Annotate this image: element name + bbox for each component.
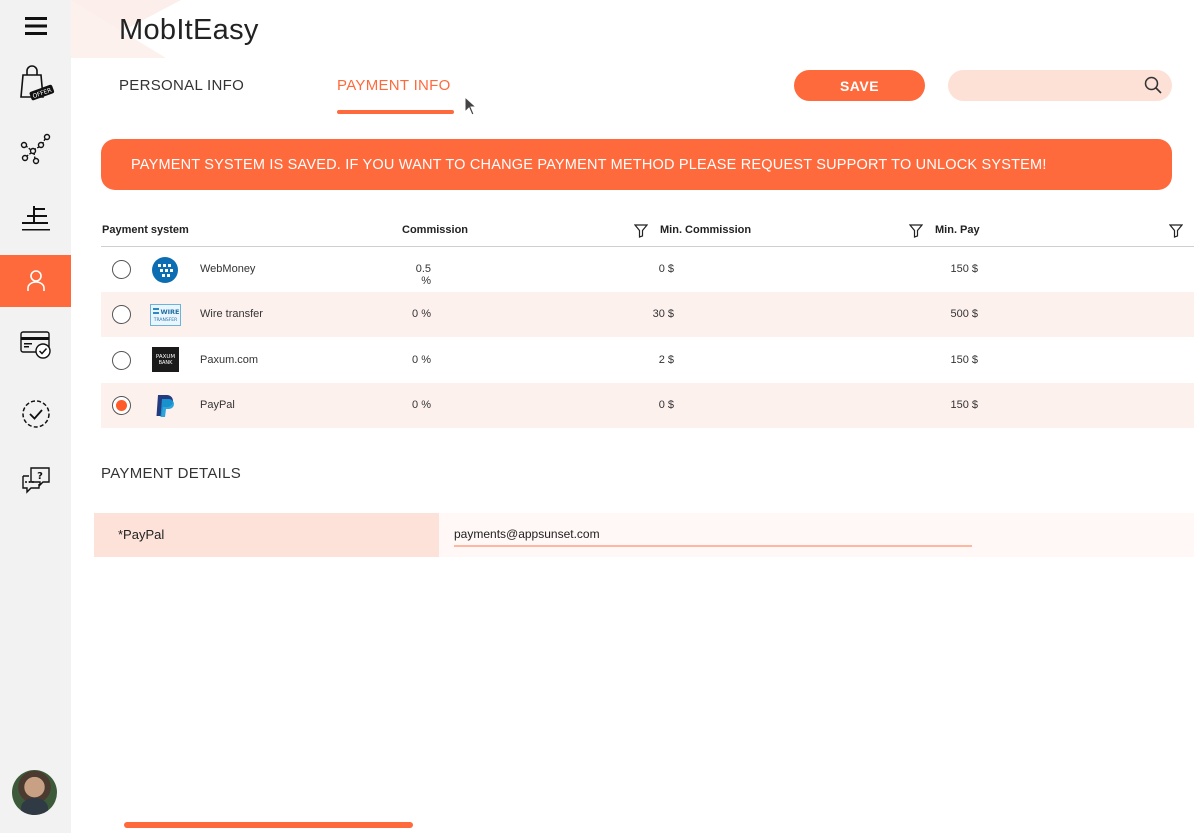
- payment-locked-banner: PAYMENT SYSTEM IS SAVED. IF YOU WANT TO …: [101, 139, 1172, 190]
- search-icon[interactable]: [1144, 76, 1162, 94]
- offer-bag-icon: OFFER: [19, 65, 54, 101]
- tab-payment-info[interactable]: PAYMENT INFO: [337, 77, 451, 94]
- min-commission-value: 30 $: [652, 308, 674, 320]
- payment-radio-wire-transfer[interactable]: [112, 305, 131, 324]
- paypal-logo: [156, 395, 174, 417]
- table-row[interactable]: WIRE TRANSFER Wire transfer 0 % 30 $ 500…: [101, 292, 1194, 337]
- stats-icon: [21, 206, 50, 231]
- network-icon: [20, 133, 50, 165]
- sidebar-item-stats[interactable]: [0, 193, 71, 245]
- horizontal-scrollbar[interactable]: [124, 822, 413, 828]
- min-commission-value: 0 $: [658, 263, 674, 275]
- section-title-payment-details: PAYMENT DETAILS: [101, 465, 242, 482]
- svg-text:?: ?: [37, 471, 43, 482]
- paypal-email-input[interactable]: [454, 522, 972, 547]
- min-pay-value: 500 $: [950, 308, 978, 320]
- payment-radio-paxum[interactable]: [112, 351, 131, 370]
- payment-name: Paxum.com: [200, 354, 259, 366]
- svg-text:WIRE: WIRE: [160, 308, 179, 316]
- min-commission-value: 0 $: [658, 399, 674, 411]
- user-icon: [26, 270, 45, 291]
- filter-icon[interactable]: [909, 224, 923, 238]
- payment-name: WebMoney: [200, 263, 256, 275]
- payment-name: Wire transfer: [200, 308, 263, 320]
- sidebar-item-tasks[interactable]: [0, 388, 71, 440]
- svg-text:BANK: BANK: [159, 360, 174, 366]
- filter-icon[interactable]: [634, 224, 648, 238]
- commission-value: 0 %: [412, 308, 431, 320]
- commission-value: 0 %: [412, 354, 431, 366]
- min-pay-value: 150 $: [950, 354, 978, 366]
- app-title: MobItEasy: [119, 14, 259, 46]
- banner-text: PAYMENT SYSTEM IS SAVED. IF YOU WANT TO …: [131, 156, 1047, 173]
- tab-personal-info[interactable]: PERSONAL INFO: [119, 77, 244, 94]
- wire-transfer-logo: WIRE TRANSFER: [150, 304, 181, 326]
- table-row[interactable]: WebMoney 0.5 % 0 $ 150 $: [101, 247, 1194, 292]
- commission-value: 0.5 %: [415, 263, 431, 287]
- mouse-cursor-icon: [464, 96, 478, 116]
- payment-radio-paypal[interactable]: [112, 396, 131, 415]
- min-commission-value: 2 $: [658, 354, 674, 366]
- save-button[interactable]: SAVE: [794, 70, 925, 101]
- table-row[interactable]: PAXUM BANK Paxum.com 0 % 2 $ 150 $: [101, 338, 1194, 383]
- commission-value: 0 %: [412, 399, 431, 411]
- payment-radio-webmoney[interactable]: [112, 260, 131, 279]
- search-input[interactable]: [962, 76, 1137, 95]
- sidebar-item-payments[interactable]: [0, 319, 71, 371]
- support-chat-icon: ?: [21, 467, 50, 494]
- detail-label: *PayPal: [118, 527, 165, 542]
- column-header-commission: Commission: [402, 224, 469, 236]
- detail-label-cell: *PayPal: [94, 513, 439, 557]
- filter-icon[interactable]: [1169, 224, 1183, 238]
- min-pay-value: 150 $: [950, 263, 978, 275]
- sidebar-item-offers[interactable]: OFFER: [0, 57, 71, 109]
- menu-button[interactable]: [0, 0, 71, 52]
- search-bar: [948, 70, 1172, 101]
- check-circle-icon: [21, 400, 50, 428]
- webmoney-logo: [152, 257, 178, 283]
- detail-field-cell: [439, 513, 1194, 557]
- svg-text:TRANSFER: TRANSFER: [153, 317, 178, 323]
- column-header-min-commission: Min. Commission: [660, 224, 752, 236]
- sidebar-item-network[interactable]: [0, 122, 71, 174]
- paxum-logo: PAXUM BANK: [152, 347, 179, 372]
- menu-icon: [24, 17, 47, 35]
- sidebar-item-profile[interactable]: [0, 255, 71, 307]
- table-row[interactable]: PayPal 0 % 0 $ 150 $: [101, 383, 1194, 428]
- sidebar-item-support[interactable]: ?: [0, 454, 71, 506]
- avatar[interactable]: [12, 770, 57, 815]
- column-header-min-pay: Min. Pay: [935, 224, 980, 236]
- active-tab-indicator: [337, 110, 454, 114]
- payment-card-icon: [19, 331, 51, 359]
- sidebar: OFFER ?: [0, 0, 71, 833]
- min-pay-value: 150 $: [950, 399, 978, 411]
- payment-name: PayPal: [200, 399, 235, 411]
- column-header-payment-system: Payment system: [102, 224, 189, 236]
- offer-badge: OFFER: [31, 87, 52, 100]
